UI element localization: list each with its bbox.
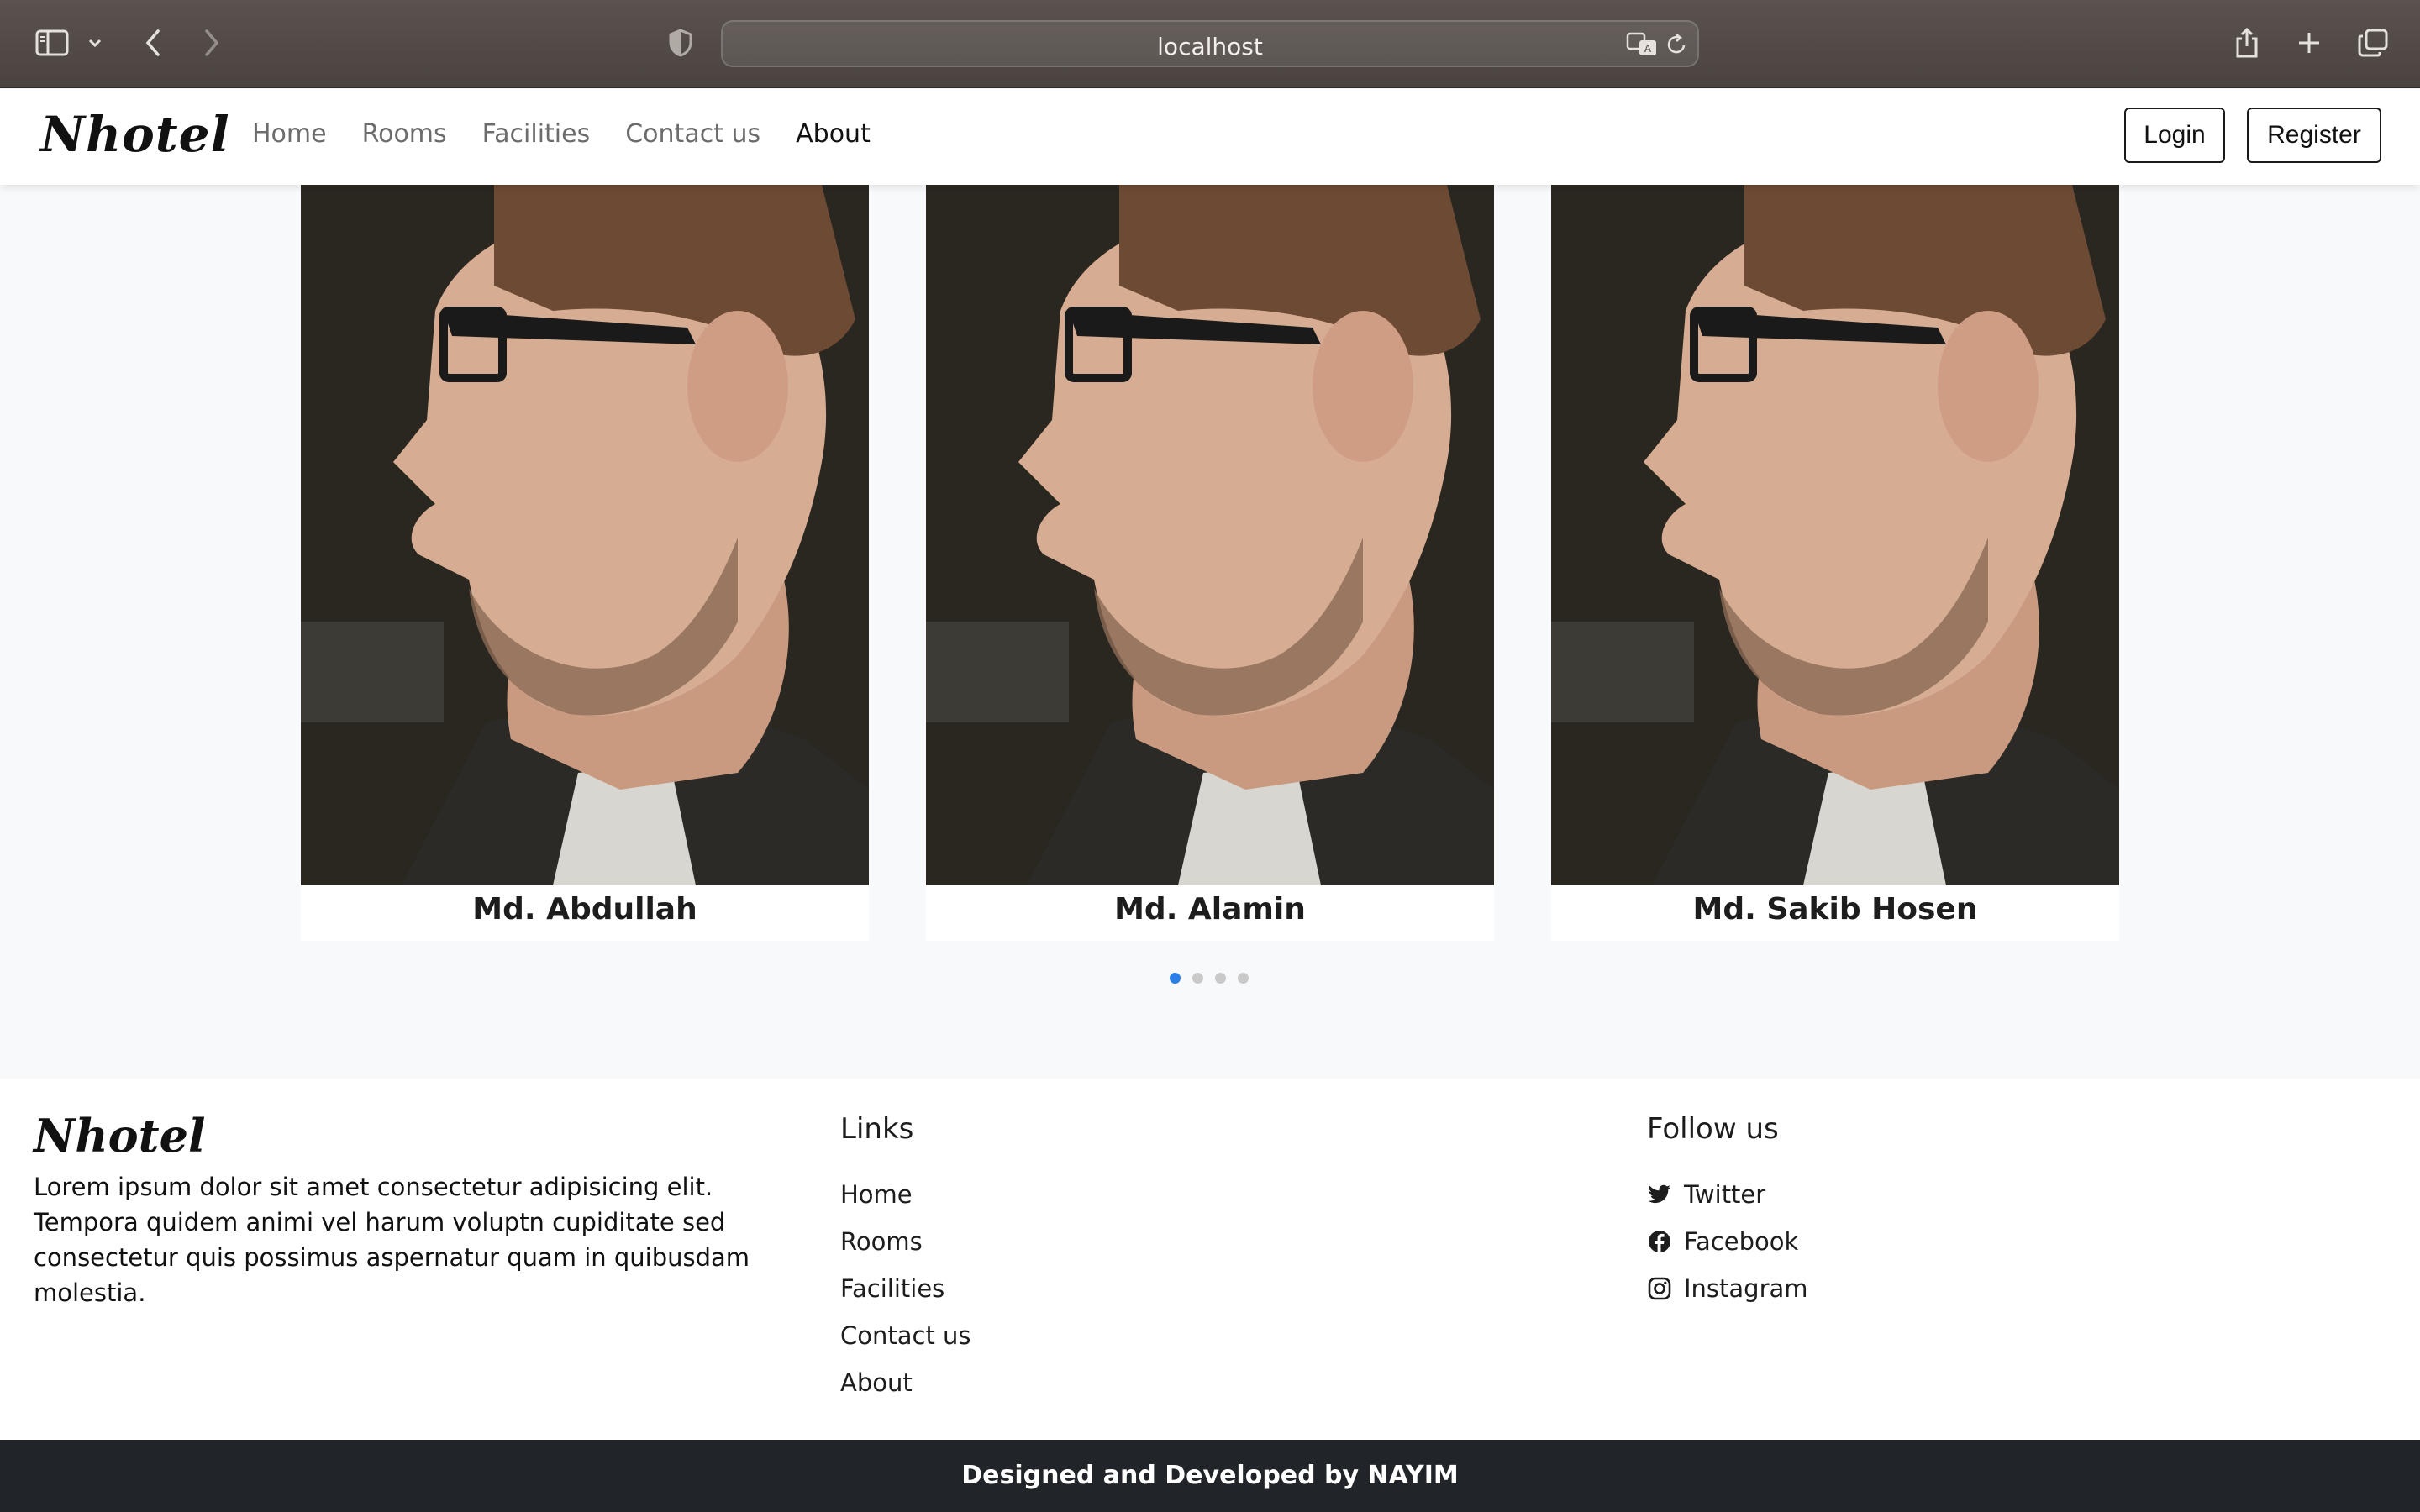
social-link-instagram[interactable]: Instagram — [1647, 1265, 1808, 1312]
footer-link-contact[interactable]: Contact us — [840, 1312, 971, 1359]
member-photo — [1551, 185, 2119, 885]
nav-link-rooms[interactable]: Rooms — [362, 119, 447, 149]
team-card: Md. Abdullah — [301, 185, 869, 941]
back-icon[interactable] — [139, 24, 166, 62]
nav-link-facilities[interactable]: Facilities — [482, 119, 591, 149]
copyright-bar: Designed and Developed by NAYIM — [0, 1440, 2420, 1512]
site-footer: Nhotel Lorem ipsum dolor sit amet consec… — [0, 1079, 2420, 1440]
footer-brand: Nhotel — [34, 1109, 206, 1163]
svg-text:A: A — [1644, 43, 1652, 55]
member-name: Md. Alamin — [1114, 892, 1306, 927]
translate-icon[interactable]: A — [1625, 25, 1659, 64]
footer-link-facilities[interactable]: Facilities — [840, 1265, 971, 1312]
register-button[interactable]: Register — [2247, 108, 2381, 163]
footer-social-column: Follow us Twitter Facebook Instagram — [1647, 1112, 1808, 1312]
instagram-icon — [1647, 1276, 1672, 1301]
footer-link-rooms[interactable]: Rooms — [840, 1218, 971, 1265]
chevron-down-icon[interactable] — [84, 24, 106, 62]
social-label: Instagram — [1684, 1274, 1808, 1303]
nav-link-home[interactable]: Home — [252, 119, 327, 149]
footer-follow-heading: Follow us — [1647, 1112, 1779, 1146]
member-photo — [301, 185, 869, 885]
share-icon[interactable] — [2232, 24, 2262, 62]
member-photo — [926, 185, 1494, 885]
footer-links-heading: Links — [840, 1112, 914, 1146]
carousel-dot[interactable] — [1238, 973, 1249, 984]
member-name: Md. Sakib Hosen — [1692, 892, 1978, 927]
brand-logo[interactable]: Nhotel — [40, 106, 230, 163]
carousel-dot[interactable] — [1215, 973, 1226, 984]
nav-link-contact[interactable]: Contact us — [625, 119, 760, 149]
url-text: localhost — [1157, 33, 1263, 60]
social-link-facebook[interactable]: Facebook — [1647, 1218, 1808, 1265]
browser-toolbar: localhost A — [0, 0, 2420, 88]
team-carousel[interactable]: Md. Abdullah Md. Alamin Md. Sakib Hosen — [0, 185, 2420, 1079]
forward-icon[interactable] — [198, 24, 225, 62]
nav-links: Home Rooms Facilities Contact us About — [252, 119, 871, 149]
login-button[interactable]: Login — [2124, 108, 2225, 163]
footer-link-home[interactable]: Home — [840, 1171, 971, 1218]
address-bar[interactable]: localhost A — [721, 20, 1699, 67]
shield-icon[interactable] — [667, 24, 694, 62]
site-navbar: Nhotel Home Rooms Facilities Contact us … — [0, 89, 2420, 185]
carousel-pagination — [1170, 973, 1249, 984]
footer-link-about[interactable]: About — [840, 1359, 971, 1406]
new-tab-icon[interactable] — [2294, 24, 2324, 62]
team-card: Md. Sakib Hosen — [1551, 185, 2119, 941]
social-link-twitter[interactable]: Twitter — [1647, 1171, 1808, 1218]
social-label: Twitter — [1684, 1180, 1766, 1209]
member-name: Md. Abdullah — [472, 892, 697, 927]
social-label: Facebook — [1684, 1227, 1799, 1256]
facebook-icon — [1647, 1229, 1672, 1254]
carousel-dot[interactable] — [1192, 973, 1203, 984]
sidebar-icon[interactable] — [34, 24, 71, 62]
team-card: Md. Alamin — [926, 185, 1494, 941]
footer-about-text: Lorem ipsum dolor sit amet consectetur a… — [34, 1173, 750, 1307]
nav-link-about[interactable]: About — [796, 119, 871, 149]
twitter-icon — [1647, 1182, 1672, 1207]
carousel-dot[interactable] — [1170, 973, 1181, 984]
tabs-overview-icon[interactable] — [2356, 24, 2390, 62]
reload-icon[interactable] — [1664, 25, 1689, 64]
footer-links-column: Links Home Rooms Facilities Contact us A… — [840, 1112, 971, 1406]
